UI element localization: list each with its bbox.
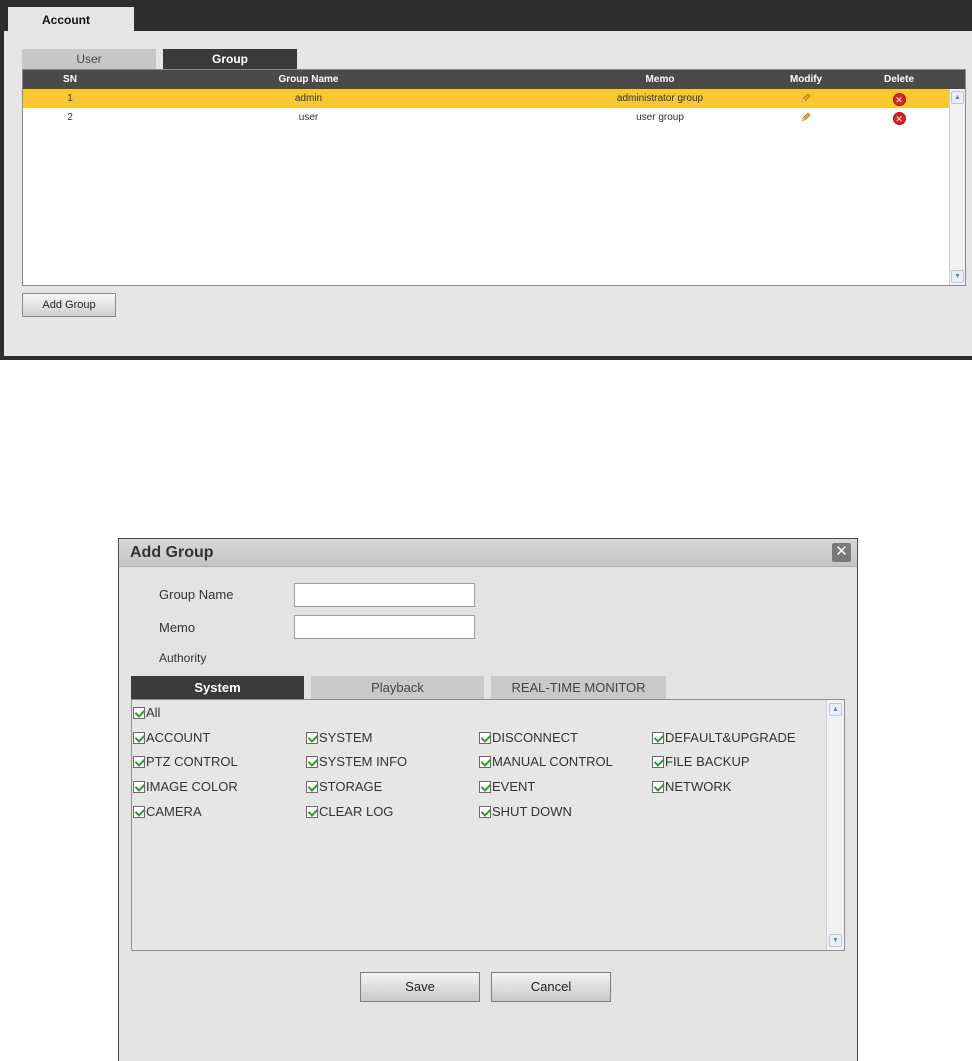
- checkbox-network[interactable]: NETWORK: [652, 779, 731, 795]
- table-header: SN Group Name Memo Modify Delete: [23, 70, 965, 89]
- row-sn: 2: [67, 112, 73, 123]
- checkbox-label: NETWORK: [665, 779, 732, 794]
- modify-button[interactable]: [765, 89, 847, 108]
- checkbox-system-info[interactable]: SYSTEM INFO: [306, 754, 407, 770]
- checkbox-label: SYSTEM INFO: [319, 754, 408, 769]
- tab-playback[interactable]: Playback: [311, 676, 484, 699]
- checkbox-checked-icon[interactable]: [479, 756, 491, 768]
- checkbox-label: FILE BACKUP: [665, 754, 750, 769]
- checkbox-checked-icon[interactable]: [479, 732, 491, 744]
- checkbox-ptz-control[interactable]: PTZ CONTROL: [133, 754, 238, 770]
- checkbox-clear-log[interactable]: CLEAR LOG: [306, 804, 393, 820]
- checkbox-checked-icon[interactable]: [306, 732, 318, 744]
- checkbox-label: SYSTEM: [319, 730, 373, 745]
- tab-realtime-monitor[interactable]: REAL-TIME MONITOR: [491, 676, 666, 699]
- group-table: SN Group Name Memo Modify Delete 1 admin…: [22, 69, 966, 286]
- delete-button[interactable]: ✕: [853, 89, 945, 108]
- checkbox-manual-control[interactable]: MANUAL CONTROL: [479, 754, 613, 770]
- checkbox-event[interactable]: EVENT: [479, 779, 535, 795]
- add-group-dialog: Add Group ✕ Group Name Memo Authority Sy…: [118, 538, 858, 1061]
- table-scrollbar[interactable]: ▲ ▼: [949, 89, 965, 285]
- memo-label: Memo: [159, 620, 196, 635]
- header-modify: Modify: [789, 74, 823, 85]
- checkbox-checked-icon[interactable]: [306, 756, 318, 768]
- checkbox-checked-icon[interactable]: [652, 732, 664, 744]
- checkbox-camera[interactable]: CAMERA: [133, 804, 202, 820]
- checkbox-checked-icon[interactable]: [133, 707, 145, 719]
- checkbox-label: PTZ CONTROL: [146, 754, 238, 769]
- checkbox-system[interactable]: SYSTEM: [306, 730, 372, 746]
- checkbox-checked-icon[interactable]: [479, 806, 491, 818]
- memo-input[interactable]: [294, 615, 475, 639]
- checkbox-label: EVENT: [492, 779, 536, 794]
- checkbox-storage[interactable]: STORAGE: [306, 779, 382, 795]
- delete-icon: ✕: [892, 93, 906, 106]
- checkbox-label: IMAGE COLOR: [146, 779, 238, 794]
- checkbox-shut-down[interactable]: SHUT DOWN: [479, 804, 572, 820]
- checkbox-all[interactable]: All: [133, 705, 160, 721]
- save-button[interactable]: Save: [360, 972, 480, 1002]
- authority-scrollbar[interactable]: ▲ ▼: [826, 700, 844, 950]
- checkbox-checked-icon[interactable]: [133, 781, 145, 793]
- header-sn: SN: [63, 74, 77, 85]
- tab-system[interactable]: System: [131, 676, 304, 699]
- checkbox-checked-icon[interactable]: [133, 732, 145, 744]
- checkbox-label: SHUT DOWN: [492, 804, 572, 819]
- scroll-down-icon[interactable]: ▼: [829, 934, 842, 947]
- checkbox-file-backup[interactable]: FILE BACKUP: [652, 754, 750, 770]
- checkbox-label: MANUAL CONTROL: [492, 754, 613, 769]
- row-group-name: admin: [294, 93, 323, 104]
- modify-button[interactable]: [765, 108, 847, 127]
- checkbox-checked-icon[interactable]: [652, 756, 664, 768]
- close-icon[interactable]: ✕: [832, 543, 851, 562]
- checkbox-image-color[interactable]: IMAGE COLOR: [133, 779, 238, 795]
- delete-icon: ✕: [892, 112, 906, 125]
- group-name-input[interactable]: [294, 583, 475, 607]
- checkbox-label: DISCONNECT: [492, 730, 578, 745]
- account-panel: Account User Group SN Group Name Memo Mo…: [0, 0, 972, 360]
- scroll-up-icon[interactable]: ▲: [951, 91, 964, 104]
- scroll-down-icon[interactable]: ▼: [951, 270, 964, 283]
- checkbox-label: DEFAULT&UPGRADE: [665, 730, 796, 745]
- checkbox-checked-icon[interactable]: [133, 806, 145, 818]
- authority-list: All ACCOUNT SYSTEM DISCONNECT DEFAULT&UP…: [131, 699, 845, 951]
- table-row[interactable]: 1 admin administrator group ✕: [23, 89, 965, 108]
- scroll-up-icon[interactable]: ▲: [829, 703, 842, 716]
- row-sn: 1: [67, 93, 73, 104]
- group-name-label: Group Name: [159, 587, 234, 602]
- pencil-icon: [800, 111, 812, 130]
- header-group-name: Group Name: [278, 74, 339, 85]
- account-body: User Group SN Group Name Memo Modify Del…: [4, 31, 972, 356]
- subtab-user[interactable]: User: [22, 49, 156, 69]
- row-group-name: user: [298, 112, 319, 123]
- checkbox-checked-icon[interactable]: [652, 781, 664, 793]
- table-row[interactable]: 2 user user group ✕: [23, 108, 965, 127]
- checkbox-label: ACCOUNT: [146, 730, 211, 745]
- add-group-button[interactable]: Add Group: [22, 293, 116, 317]
- checkbox-checked-icon[interactable]: [133, 756, 145, 768]
- dialog-titlebar[interactable]: Add Group ✕: [119, 539, 857, 567]
- dialog-title: Add Group: [130, 544, 214, 561]
- tab-account[interactable]: Account: [8, 7, 134, 33]
- checkbox-label: CAMERA: [146, 804, 202, 819]
- checkbox-default-upgrade[interactable]: DEFAULT&UPGRADE: [652, 730, 796, 746]
- checkbox-checked-icon[interactable]: [306, 806, 318, 818]
- header-delete: Delete: [883, 74, 914, 85]
- checkbox-account[interactable]: ACCOUNT: [133, 730, 210, 746]
- checkbox-checked-icon[interactable]: [306, 781, 318, 793]
- subtab-group[interactable]: Group: [163, 49, 297, 69]
- delete-button[interactable]: ✕: [853, 108, 945, 127]
- checkbox-checked-icon[interactable]: [479, 781, 491, 793]
- checkbox-label: CLEAR LOG: [319, 804, 394, 819]
- checkbox-label: All: [146, 705, 161, 720]
- checkbox-disconnect[interactable]: DISCONNECT: [479, 730, 578, 746]
- authority-label: Authority: [159, 651, 207, 665]
- cancel-button[interactable]: Cancel: [491, 972, 611, 1002]
- checkbox-label: STORAGE: [319, 779, 383, 794]
